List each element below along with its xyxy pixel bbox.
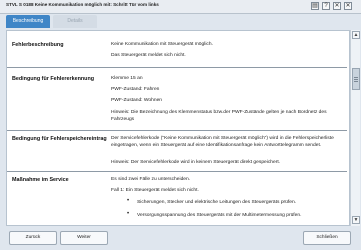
row-value: Versorgungsspannung des Steuergeräts mit… <box>137 213 302 218</box>
row-label: Fehlerbeschreibung <box>12 42 64 48</box>
row-value: Das Steuergerät meldet sich nicht. <box>111 53 186 58</box>
row-value: Es sind zwei Fälle zu unterscheiden. <box>111 177 191 182</box>
print-icon[interactable]: ▤ <box>311 2 319 10</box>
description-panel: Fehlerbeschreibung Keine Kommunikation m… <box>6 30 350 226</box>
title-bar: STVL S 0188 Keine Kommunikation möglich … <box>0 0 361 14</box>
cross-icon[interactable]: ✕ <box>333 2 341 10</box>
grip-line <box>354 79 358 80</box>
bullet-icon: • <box>127 198 130 204</box>
close-button[interactable]: Schließen <box>303 231 351 245</box>
row-value: PWF-Zustand: Fahren <box>111 87 160 92</box>
vertical-scrollbar[interactable]: ▲ ▼ <box>350 30 360 226</box>
bullet-icon: • <box>127 211 130 217</box>
row-value: Keine Kommunikation mit Steuergerät mögl… <box>111 42 213 47</box>
grip-line <box>354 77 358 78</box>
row-value: Hinweis: Der Servicefehlerkode wird in k… <box>111 160 281 165</box>
row-label: Maßnahme im Service <box>12 177 69 183</box>
question-icon[interactable]: ? <box>322 2 330 10</box>
scroll-down-icon[interactable]: ▼ <box>352 216 360 224</box>
row-value: Klemme 15 an <box>111 76 143 81</box>
row-value: Hinweis: Die Bezeichnung des Klemmenstat… <box>111 110 327 122</box>
row-bedingung-speicher: Bedingung für Fehlerspeichereintrag Der … <box>7 130 347 172</box>
row-value: Der Servicefehlerkode ("Keine Kommunikat… <box>111 136 334 148</box>
scroll-thumb[interactable] <box>352 68 360 90</box>
next-button[interactable]: Weiter <box>60 231 108 245</box>
row-label: Bedingung für Fehlerspeichereintrag <box>12 136 107 142</box>
footer-bar: Zurück Weiter Schließen <box>0 226 361 250</box>
scroll-up-icon[interactable]: ▲ <box>352 31 360 39</box>
close-icon[interactable]: ✕ <box>344 2 352 10</box>
window-title: STVL S 0188 Keine Kommunikation möglich … <box>6 2 159 7</box>
tab-details[interactable]: Details <box>53 15 97 28</box>
row-value: Fall 1: Ein Steuergerät meldet sich nich… <box>111 188 199 193</box>
grip-line <box>354 81 358 82</box>
row-massnahme: Maßnahme im Service Es sind zwei Fälle z… <box>7 171 347 225</box>
tab-beschreibung[interactable]: Beschreibung <box>6 15 50 28</box>
row-label: Bedingung für Fehlererkennung <box>12 76 95 82</box>
row-bedingung-erkennung: Bedingung für Fehlererkennung Klemme 15 … <box>7 67 347 131</box>
row-fehlerbeschreibung: Fehlerbeschreibung Keine Kommunikation m… <box>7 31 347 68</box>
back-button[interactable]: Zurück <box>9 231 57 245</box>
row-value: Sicherungen, Stecker und elektrische Lei… <box>137 200 297 205</box>
row-value: PWF-Zustand: Wohnen <box>111 98 163 103</box>
